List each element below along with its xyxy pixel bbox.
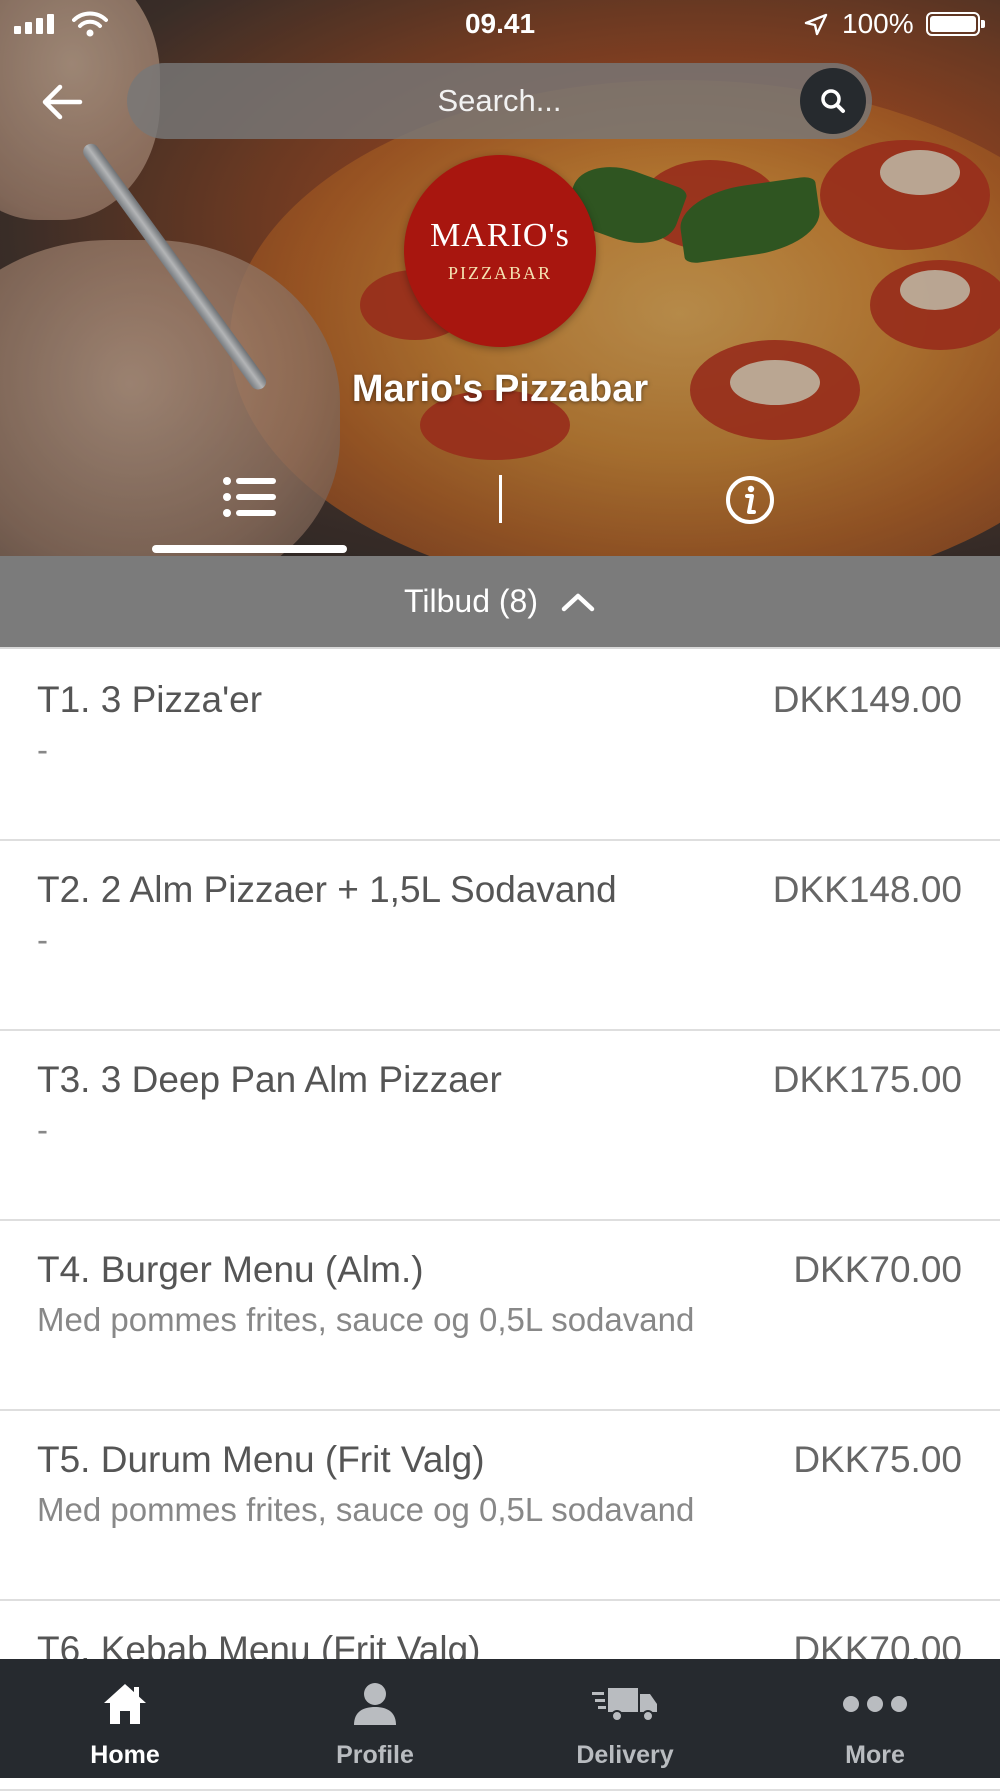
delivery-truck-icon bbox=[592, 1688, 657, 1722]
list-item[interactable]: T1. 3 Pizza'er DKK149.00 - bbox=[0, 651, 1000, 841]
location-arrow-icon bbox=[803, 12, 829, 45]
back-button[interactable] bbox=[36, 76, 88, 128]
more-icon bbox=[843, 1696, 907, 1712]
battery-percent: 100% bbox=[842, 8, 914, 39]
list-icon bbox=[222, 477, 276, 517]
nav-more[interactable]: More bbox=[750, 1659, 1000, 1778]
nav-delivery[interactable]: Delivery bbox=[500, 1659, 750, 1778]
item-price: DKK175.00 bbox=[772, 1059, 962, 1100]
profile-icon bbox=[354, 1683, 396, 1725]
status-bar: 09.41 100% bbox=[0, 0, 1000, 50]
list-item[interactable]: T4. Burger Menu (Alm.) DKK70.00 Med pomm… bbox=[0, 1221, 1000, 1411]
item-description: - bbox=[37, 731, 48, 768]
search-icon bbox=[821, 89, 845, 113]
item-name: T3. 3 Deep Pan Alm Pizzaer bbox=[37, 1059, 502, 1100]
item-price: DKK148.00 bbox=[772, 869, 962, 910]
store-name: Mario's Pizzabar bbox=[351, 368, 649, 410]
back-arrow-icon bbox=[42, 84, 83, 120]
item-description: Med pommes frites, sauce og 0,5L sodavan… bbox=[37, 1491, 695, 1528]
search-button[interactable] bbox=[800, 68, 866, 134]
list-item[interactable]: T2. 2 Alm Pizzaer + 1,5L Sodavand DKK148… bbox=[0, 841, 1000, 1031]
item-description: Med pommes frites, sauce og 0,5L sodavan… bbox=[37, 1301, 695, 1338]
search-input[interactable] bbox=[127, 63, 872, 139]
search-bar bbox=[127, 63, 872, 139]
item-price: DKK149.00 bbox=[772, 679, 962, 720]
category-label: Tilbud (8) bbox=[404, 583, 538, 619]
logo-text-main: MARIO's bbox=[430, 217, 570, 254]
category-header-tilbud[interactable]: Tilbud (8) bbox=[0, 556, 1000, 649]
logo-text-sub: PIZZABAR bbox=[447, 263, 552, 283]
list-item[interactable]: T3. 3 Deep Pan Alm Pizzaer DKK175.00 - bbox=[0, 1031, 1000, 1221]
item-description: - bbox=[37, 921, 48, 958]
active-tab-indicator bbox=[152, 545, 347, 553]
menu-item-list: T1. 3 Pizza'er DKK149.00 - T2. 2 Alm Piz… bbox=[0, 651, 1000, 1791]
item-name: T1. 3 Pizza'er bbox=[37, 679, 263, 720]
nav-profile[interactable]: Profile bbox=[250, 1659, 500, 1778]
item-name: T4. Burger Menu (Alm.) bbox=[37, 1249, 424, 1290]
item-description: - bbox=[37, 1111, 48, 1148]
store-tabs bbox=[0, 465, 1000, 556]
bottom-navigation: Home Profile Delivery More bbox=[0, 1659, 1000, 1778]
list-item[interactable]: T5. Durum Menu (Frit Valg) DKK75.00 Med … bbox=[0, 1411, 1000, 1601]
item-price: DKK75.00 bbox=[793, 1439, 962, 1480]
item-price: DKK70.00 bbox=[793, 1249, 962, 1290]
nav-profile-label: Profile bbox=[336, 1741, 414, 1769]
chevron-up-icon bbox=[561, 593, 595, 611]
info-icon bbox=[726, 476, 774, 524]
item-name: T5. Durum Menu (Frit Valg) bbox=[37, 1439, 485, 1480]
home-icon bbox=[104, 1684, 146, 1724]
nav-delivery-label: Delivery bbox=[576, 1741, 674, 1769]
tab-menu-list[interactable] bbox=[152, 465, 347, 556]
store-logo: MARIO's PIZZABAR bbox=[404, 155, 596, 347]
tab-divider bbox=[499, 475, 502, 523]
battery-icon bbox=[926, 12, 985, 36]
tab-info[interactable] bbox=[724, 474, 776, 526]
nav-more-label: More bbox=[845, 1741, 905, 1769]
nav-home-label: Home bbox=[90, 1741, 160, 1769]
item-name: T2. 2 Alm Pizzaer + 1,5L Sodavand bbox=[37, 869, 617, 910]
nav-home[interactable]: Home bbox=[0, 1659, 250, 1778]
